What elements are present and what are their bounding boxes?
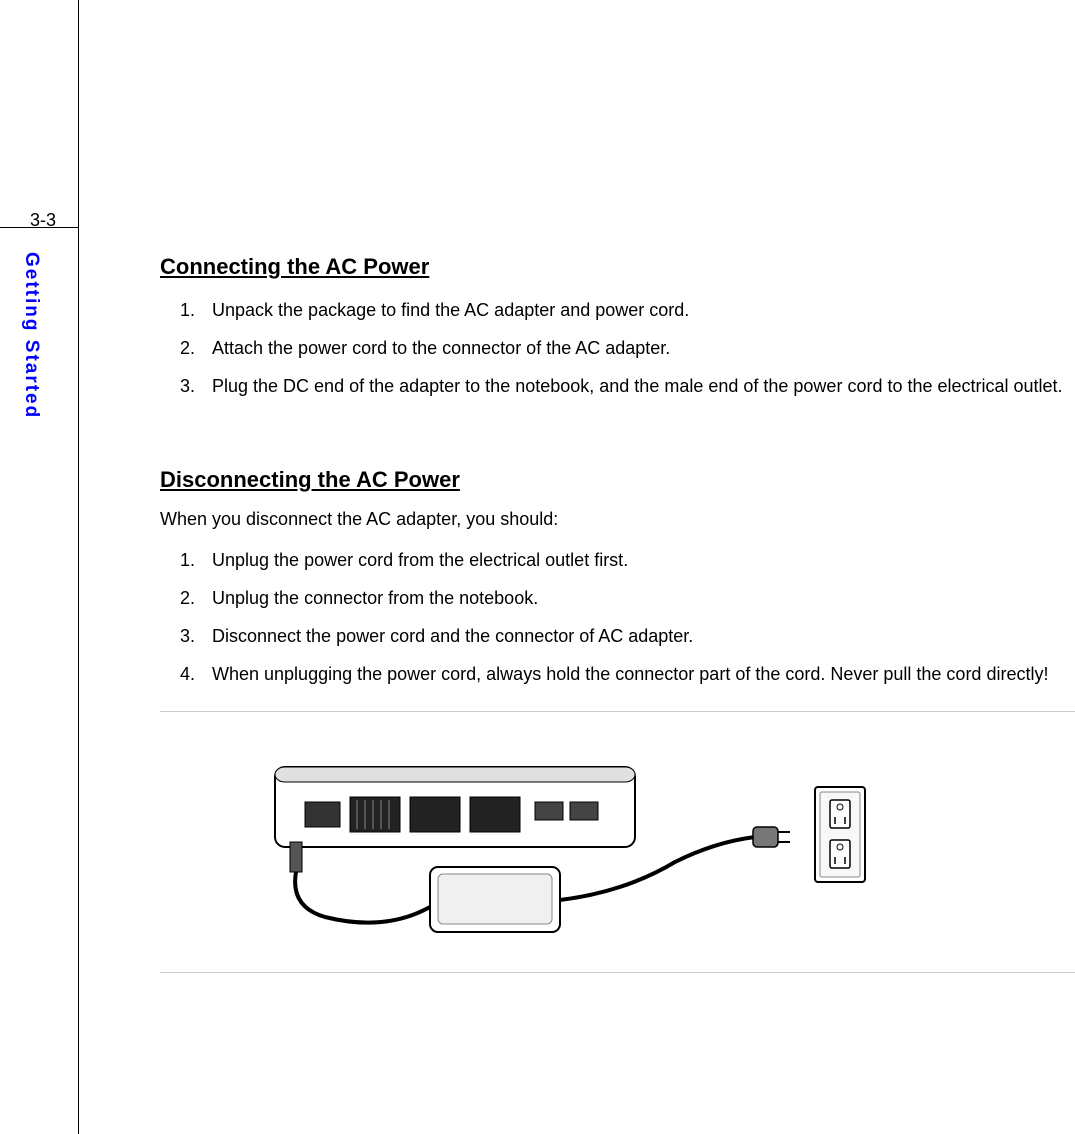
separator-line: [160, 711, 1075, 712]
connecting-ac-power-heading: Connecting the AC Power: [160, 254, 1075, 280]
list-item: Unplug the connector from the notebook.: [180, 580, 1075, 618]
ac-power-illustration: [255, 742, 885, 952]
separator-line: [160, 972, 1075, 973]
main-content: Connecting the AC Power Unpack the packa…: [160, 254, 1075, 973]
list-item: When unplugging the power cord, always h…: [180, 656, 1075, 694]
page-number: 3-3: [30, 210, 56, 231]
connecting-steps-list: Unpack the package to find the AC adapte…: [160, 292, 1075, 405]
list-item: Plug the DC end of the adapter to the no…: [180, 368, 1075, 406]
list-item: Unplug the power cord from the electrica…: [180, 542, 1075, 580]
disconnecting-intro: When you disconnect the AC adapter, you …: [160, 505, 1075, 534]
disconnecting-ac-power-heading: Disconnecting the AC Power: [160, 467, 1075, 493]
list-item: Unpack the package to find the AC adapte…: [180, 292, 1075, 330]
list-item: Disconnect the power cord and the connec…: [180, 618, 1075, 656]
list-item: Attach the power cord to the connector o…: [180, 330, 1075, 368]
chapter-label: Getting Started: [20, 252, 42, 419]
page-divider-line: [78, 0, 79, 1134]
disconnecting-steps-list: Unplug the power cord from the electrica…: [160, 542, 1075, 693]
disconnecting-section: Disconnecting the AC Power When you disc…: [160, 467, 1075, 693]
